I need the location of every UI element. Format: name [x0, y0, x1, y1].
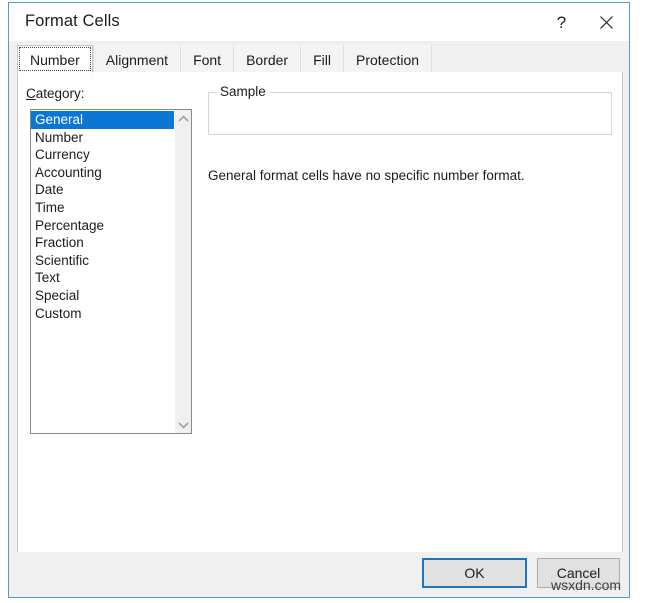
tab-fill[interactable]: Fill: [301, 45, 344, 73]
dialog-title: Format Cells: [25, 12, 120, 31]
question-mark-icon: ?: [557, 14, 566, 31]
list-item[interactable]: Special: [31, 287, 174, 305]
tab-border[interactable]: Border: [234, 45, 301, 73]
scroll-up-button[interactable]: [175, 110, 191, 127]
tab-font[interactable]: Font: [181, 45, 234, 73]
list-item[interactable]: Currency: [31, 146, 174, 164]
cancel-button-label: Cancel: [557, 565, 601, 581]
tab-alignment-label: Alignment: [106, 52, 168, 68]
tab-strip: Number Alignment Font Border Fill Protec…: [9, 41, 629, 73]
category-label: Category:: [26, 86, 85, 101]
list-item[interactable]: Number: [31, 129, 174, 147]
number-tab-panel: Category: General Number Currency Accoun…: [17, 72, 623, 553]
category-list-scrollbar[interactable]: [174, 110, 191, 433]
list-item[interactable]: Percentage: [31, 217, 174, 235]
tab-protection[interactable]: Protection: [344, 45, 432, 73]
cancel-button[interactable]: Cancel: [537, 558, 620, 588]
list-item[interactable]: Time: [31, 199, 174, 217]
chevron-down-icon: [178, 421, 189, 429]
tab-number-label: Number: [30, 52, 80, 68]
list-item[interactable]: Custom: [31, 305, 174, 323]
list-item[interactable]: Date: [31, 181, 174, 199]
list-item[interactable]: Scientific: [31, 252, 174, 270]
category-label-rest: ategory:: [36, 86, 85, 101]
ok-button[interactable]: OK: [422, 558, 527, 588]
tab-font-label: Font: [193, 52, 221, 68]
tab-fill-label: Fill: [313, 52, 331, 68]
title-bar: Format Cells ?: [9, 3, 629, 41]
close-button[interactable]: [584, 3, 629, 41]
list-item[interactable]: Text: [31, 269, 174, 287]
scroll-down-button[interactable]: [175, 416, 191, 433]
tab-list: Number Alignment Font Border Fill Protec…: [17, 45, 432, 73]
help-button[interactable]: ?: [539, 3, 584, 41]
sample-groupbox: Sample: [208, 92, 612, 135]
tab-border-label: Border: [246, 52, 288, 68]
sample-groupbox-title: Sample: [217, 84, 270, 99]
tab-protection-label: Protection: [356, 52, 419, 68]
tab-alignment[interactable]: Alignment: [93, 45, 181, 73]
dialog-footer: OK Cancel: [9, 552, 629, 597]
close-icon: [599, 15, 614, 30]
chevron-up-icon: [178, 115, 189, 123]
list-item[interactable]: Accounting: [31, 164, 174, 182]
format-description: General format cells have no specific nu…: [208, 168, 525, 183]
list-item[interactable]: General: [31, 111, 174, 129]
format-cells-dialog: Format Cells ? Number Alignment: [8, 2, 630, 598]
category-list-items: General Number Currency Accounting Date …: [31, 110, 174, 433]
category-listbox[interactable]: General Number Currency Accounting Date …: [30, 109, 192, 434]
ok-button-label: OK: [464, 565, 484, 581]
list-item[interactable]: Fraction: [31, 234, 174, 252]
tab-number[interactable]: Number: [17, 45, 93, 73]
title-bar-buttons: ?: [539, 3, 629, 41]
scrollbar-track[interactable]: [175, 127, 191, 416]
category-label-accelerator: C: [26, 86, 36, 101]
